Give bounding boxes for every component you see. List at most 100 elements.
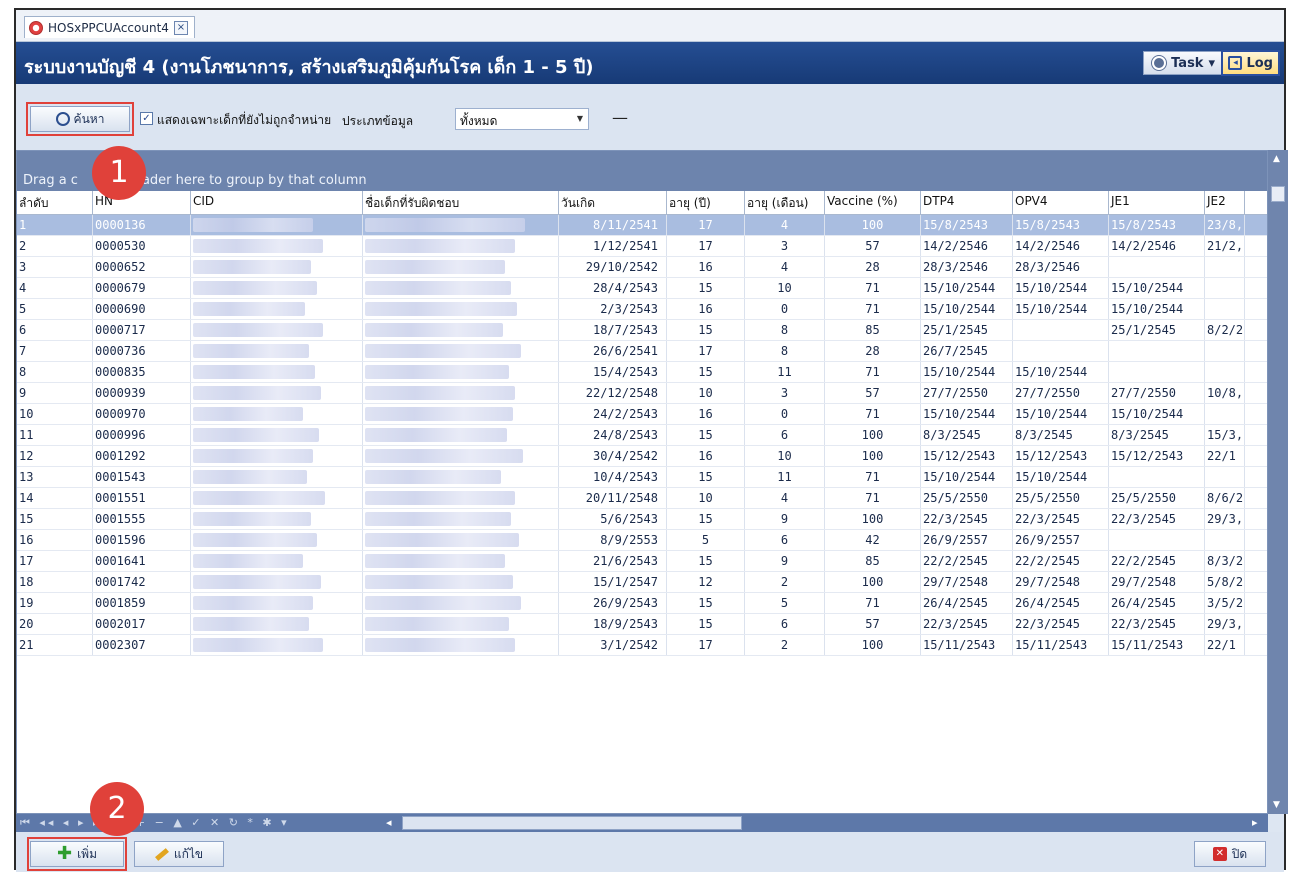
table-cell: 8/3/2545 <box>1109 425 1205 445</box>
redacted-text <box>193 575 321 589</box>
table-row[interactable]: 13 0001543 10/4/2543 15 11 71 15/10/2544 15/10/… <box>17 467 1267 488</box>
table-cell <box>363 572 559 592</box>
table-row[interactable]: 6 0000717 18/7/2543 15 8 85 25/1/2545 25/1/2545… <box>17 320 1267 341</box>
table-cell: 9 <box>745 509 825 529</box>
table-row[interactable]: 5 0000690 2/3/2543 16 0 71 15/10/2544 15/10/254… <box>17 299 1267 320</box>
table-cell <box>191 425 363 445</box>
table-row[interactable]: 7 0000736 26/6/2541 17 8 28 26/7/2545 <box>17 341 1267 362</box>
table-row[interactable]: 9 0000939 22/12/2548 10 3 57 27/7/2550 27/7/255… <box>17 383 1267 404</box>
table-cell: 15/10/2544 <box>1109 278 1205 298</box>
column-header[interactable]: JE1 <box>1109 191 1205 214</box>
table-cell <box>1109 341 1205 361</box>
task-dropdown-button[interactable]: Task ▾ <box>1143 51 1224 75</box>
edit-button[interactable]: แก้ไข <box>134 841 224 867</box>
table-cell: 22/1 <box>1205 635 1245 655</box>
scroll-left-icon[interactable]: ◂ <box>386 816 392 829</box>
navigator-buttons[interactable]: ⏮ ◂◂ ◂ ▸ ▸▸ ⏭ + − ▲ ✓ ✕ ↻ * ✱ ▾ <box>20 816 290 830</box>
table-row[interactable]: 4 0000679 28/4/2543 15 10 71 15/10/2544 15/10/2… <box>17 278 1267 299</box>
table-cell: 24/8/2543 <box>559 425 667 445</box>
table-cell: 27/7/2550 <box>921 383 1013 403</box>
column-header[interactable]: JE2 <box>1205 191 1245 214</box>
redacted-text <box>193 533 317 547</box>
scroll-up-icon[interactable]: ▲ <box>1273 154 1280 164</box>
table-cell <box>1205 299 1245 319</box>
group-by-panel[interactable]: Drag a c eader here to group by that colu… <box>17 151 1267 191</box>
table-cell: 15 <box>667 425 745 445</box>
redacted-text <box>365 344 521 358</box>
table-row[interactable]: 20 0002017 18/9/2543 15 6 57 22/3/2545 22/3/254… <box>17 614 1267 635</box>
table-cell: 15/10/2544 <box>921 299 1013 319</box>
column-header[interactable]: ลำดับ <box>17 191 93 214</box>
table-row[interactable]: 1 0000136 8/11/2541 17 4 100 15/8/2543 15/8/254… <box>17 215 1267 236</box>
table-row[interactable]: 19 0001859 26/9/2543 15 5 71 26/4/2545 26/4/254… <box>17 593 1267 614</box>
only-undischarged-checkbox[interactable]: ✓ <box>140 112 153 125</box>
table-cell: 16 <box>667 404 745 424</box>
table-cell: 100 <box>825 635 921 655</box>
table-cell: 5 <box>17 299 93 319</box>
column-header[interactable]: วันเกิด <box>559 191 667 214</box>
table-row[interactable]: 12 0001292 30/4/2542 16 10 100 15/12/2543 15/12… <box>17 446 1267 467</box>
task-label: Task <box>1171 55 1204 71</box>
redacted-text <box>365 428 507 442</box>
table-cell: 6 <box>745 530 825 550</box>
redacted-text <box>365 323 503 337</box>
table-cell <box>191 446 363 466</box>
collapse-dash[interactable]: — <box>612 108 628 127</box>
table-row[interactable]: 14 0001551 20/11/2548 10 4 71 25/5/2550 25/5/25… <box>17 488 1267 509</box>
column-header[interactable]: Vaccine (%) <box>825 191 921 214</box>
table-cell: 0001551 <box>93 488 191 508</box>
column-header[interactable]: OPV4 <box>1013 191 1109 214</box>
table-cell: 25/1/2545 <box>1109 320 1205 340</box>
table-cell <box>1205 257 1245 277</box>
table-cell: 0001543 <box>93 467 191 487</box>
table-cell: 14/2/2546 <box>1013 236 1109 256</box>
table-row[interactable]: 17 0001641 21/6/2543 15 9 85 22/2/2545 22/2/254… <box>17 551 1267 572</box>
document-tab[interactable]: HOSxPPCUAccount4 × <box>24 16 195 38</box>
table-cell: 10 <box>667 488 745 508</box>
table-cell: 27/7/2550 <box>1109 383 1205 403</box>
table-row[interactable]: 15 0001555 5/6/2543 15 9 100 22/3/2545 22/3/254… <box>17 509 1267 530</box>
log-button[interactable]: ◂ Log <box>1221 50 1280 76</box>
table-row[interactable]: 16 0001596 8/9/2553 5 6 42 26/9/2557 26/9/2557 <box>17 530 1267 551</box>
table-row[interactable]: 2 0000530 1/12/2541 17 3 57 14/2/2546 14/2/2546… <box>17 236 1267 257</box>
column-header[interactable]: อายุ (เดือน) <box>745 191 825 214</box>
vertical-scrollbar[interactable]: ▲ ▼ <box>1268 150 1288 814</box>
table-cell: 71 <box>825 467 921 487</box>
table-cell: 8/6/2 <box>1205 488 1245 508</box>
table-cell <box>191 530 363 550</box>
table-row[interactable]: 10 0000970 24/2/2543 16 0 71 15/10/2544 15/10/2… <box>17 404 1267 425</box>
table-cell: 10/8, <box>1205 383 1245 403</box>
close-button[interactable]: ✕ ปิด <box>1194 841 1266 867</box>
column-header[interactable]: ชื่อเด็กที่รับผิดชอบ <box>363 191 559 214</box>
plus-icon: ✚ <box>56 843 73 864</box>
table-row[interactable]: 21 0002307 3/1/2542 17 2 100 15/11/2543 15/11/2… <box>17 635 1267 656</box>
table-cell <box>191 509 363 529</box>
data-type-select[interactable]: ทั้งหมด ▼ <box>455 108 589 130</box>
add-button[interactable]: ✚ เพิ่ม <box>30 841 124 867</box>
table-cell: 12 <box>17 446 93 466</box>
horizontal-scroll-thumb[interactable] <box>402 816 742 830</box>
table-cell <box>363 215 559 235</box>
table-cell <box>191 278 363 298</box>
scroll-thumb[interactable] <box>1271 186 1285 202</box>
scroll-down-icon[interactable]: ▼ <box>1273 800 1280 810</box>
table-row[interactable]: 18 0001742 15/1/2547 12 2 100 29/7/2548 29/7/25… <box>17 572 1267 593</box>
table-cell: 15 <box>17 509 93 529</box>
column-header[interactable]: CID <box>191 191 363 214</box>
table-cell: 0 <box>745 299 825 319</box>
column-header[interactable]: อายุ (ปี) <box>667 191 745 214</box>
table-row[interactable]: 8 0000835 15/4/2543 15 11 71 15/10/2544 15/10/2… <box>17 362 1267 383</box>
table-cell: 4 <box>745 215 825 235</box>
column-header[interactable]: DTP4 <box>921 191 1013 214</box>
table-cell <box>363 446 559 466</box>
scroll-right-icon[interactable]: ▸ <box>1252 816 1258 829</box>
table-cell: 0000690 <box>93 299 191 319</box>
table-cell: 16 <box>667 257 745 277</box>
table-row[interactable]: 11 0000996 24/8/2543 15 6 100 8/3/2545 8/3/2545… <box>17 425 1267 446</box>
table-row[interactable]: 3 0000652 29/10/2542 16 4 28 28/3/2546 28/3/254… <box>17 257 1267 278</box>
pencil-icon <box>154 847 169 861</box>
table-cell: 15 <box>667 467 745 487</box>
table-cell: 5/6/2543 <box>559 509 667 529</box>
search-button[interactable]: ค้นหา <box>30 106 130 132</box>
tab-close-icon[interactable]: × <box>173 20 188 35</box>
